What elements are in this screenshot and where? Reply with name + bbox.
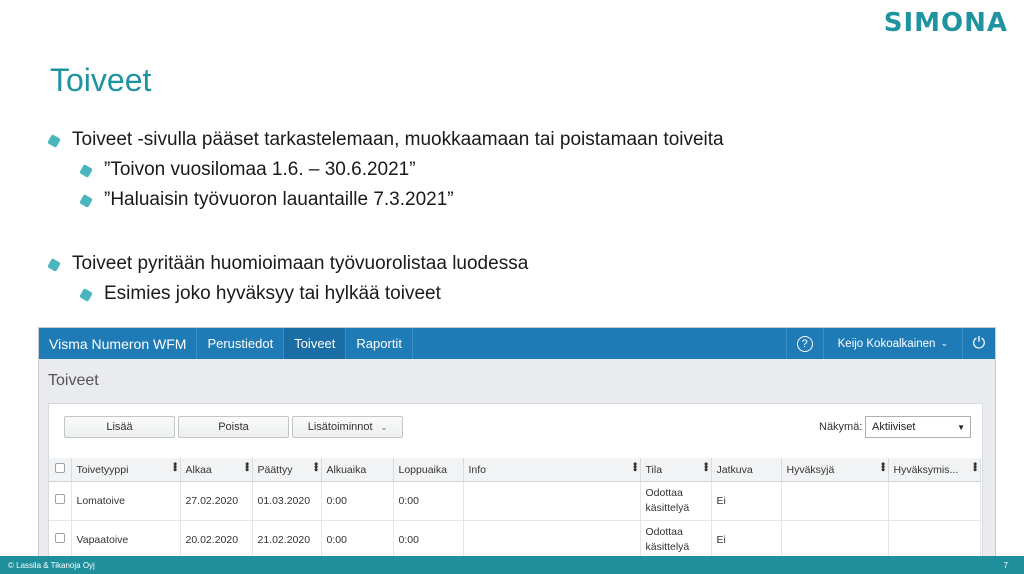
wishes-table: Toivetyyppi ••• Alkaa ••• Päättyy ••• Alkua… xyxy=(49,458,981,556)
add-button[interactable]: Lisää xyxy=(64,416,175,438)
column-menu-icon[interactable]: ••• xyxy=(969,462,980,471)
app-brand[interactable]: Visma Numeron WFM xyxy=(39,328,198,359)
cell-start-date: 20.02.2020 xyxy=(180,520,253,556)
select-all-checkbox[interactable] xyxy=(54,463,65,473)
help-icon: ? xyxy=(796,335,813,352)
cell-end-date: 01.03.2020 xyxy=(252,481,322,521)
column-header[interactable]: Tila ••• xyxy=(640,458,712,482)
dropdown-arrow-icon: ▼ xyxy=(957,422,965,432)
nav-toiveet[interactable]: Toiveet xyxy=(284,328,347,359)
cell-status: Odottaa käsittelyä xyxy=(640,481,712,521)
cell-start-date: 27.02.2020 xyxy=(180,481,253,521)
user-name: Keijo Kokoalkainen xyxy=(837,337,936,350)
cell-approval-date xyxy=(888,481,981,521)
cell-status: Odottaa käsittelyä xyxy=(640,520,712,556)
cell-continuous: Ei xyxy=(711,520,782,556)
table-header-row: Toivetyyppi ••• Alkaa ••• Päättyy ••• Alkua… xyxy=(49,458,981,482)
nav-perustiedot[interactable]: Perustiedot xyxy=(197,328,285,359)
column-menu-icon[interactable]: ••• xyxy=(169,462,180,471)
column-menu-icon[interactable]: ••• xyxy=(877,462,888,471)
page-title: Toiveet xyxy=(48,372,99,389)
cell-continuous: Ei xyxy=(711,481,782,521)
bullet-item: Esimies joko hyväksyy tai hylkää toiveet xyxy=(48,279,968,309)
logout-button[interactable]: ⏻ xyxy=(962,328,995,359)
cell-start-time: 0:00 xyxy=(321,481,394,521)
column-header[interactable]: Info ••• xyxy=(463,458,641,482)
cell-info xyxy=(463,481,641,521)
bullet-hexagon-icon xyxy=(79,194,93,208)
chevron-down-icon: ⌄ xyxy=(940,338,948,348)
view-select[interactable]: Aktiiviset ▼ xyxy=(865,416,971,438)
simona-logo: SIMONA xyxy=(883,8,1008,38)
toolbar: Lisää Poista Lisätoiminnot ⌄ Näkymä: Akti… xyxy=(49,404,982,444)
cell-approver xyxy=(781,520,889,556)
row-select-cell xyxy=(49,520,72,556)
nav-raportit[interactable]: Raportit xyxy=(346,328,413,359)
bullet-hexagon-icon xyxy=(79,288,93,302)
column-menu-icon[interactable]: ••• xyxy=(629,462,640,471)
chevron-down-icon: ⌄ xyxy=(380,422,388,432)
more-actions-button[interactable]: Lisätoiminnot ⌄ xyxy=(292,416,403,438)
column-header[interactable]: Loppuaika xyxy=(393,458,464,482)
cell-type: Lomatoive xyxy=(71,481,181,521)
row-checkbox[interactable] xyxy=(54,493,65,504)
cell-end-time: 0:00 xyxy=(393,481,464,521)
table-row[interactable]: Lomatoive 27.02.2020 01.03.2020 0:00 0:0… xyxy=(49,481,981,521)
delete-button[interactable]: Poista xyxy=(178,416,289,438)
bullet-item: Toiveet -sivulla pääset tarkastelemaan, … xyxy=(47,125,968,155)
column-header[interactable]: Alkaa ••• xyxy=(180,458,253,482)
view-value: Aktiiviset xyxy=(872,421,916,433)
bullet-item: Toiveet pyritään huomioimaan työvuorolis… xyxy=(47,249,968,279)
column-header[interactable]: Hyväksymis... ••• xyxy=(888,458,981,482)
column-header[interactable]: Toivetyyppi ••• xyxy=(71,458,181,482)
column-menu-icon[interactable]: ••• xyxy=(310,462,321,471)
wishes-panel: Lisää Poista Lisätoiminnot ⌄ Näkymä: Akti… xyxy=(48,403,983,556)
footer-copyright: © Lassila & Tikanoja Oyj xyxy=(8,561,95,570)
row-checkbox[interactable] xyxy=(54,532,65,543)
cell-end-date: 21.02.2020 xyxy=(252,520,322,556)
bullet-list: Toiveet -sivulla pääset tarkastelemaan, … xyxy=(47,125,968,309)
select-all-cell xyxy=(49,458,72,482)
bullet-hexagon-icon xyxy=(47,134,61,148)
user-menu[interactable]: Keijo Kokoalkainen ⌄ xyxy=(822,328,962,359)
cell-approval-date xyxy=(888,520,981,556)
table-row[interactable]: Vapaatoive 20.02.2020 21.02.2020 0:00 0:… xyxy=(49,520,981,556)
page-number: 7 xyxy=(1003,561,1008,570)
row-select-cell xyxy=(49,481,72,521)
column-header[interactable]: Hyväksyjä ••• xyxy=(781,458,889,482)
cell-approver xyxy=(781,481,889,521)
more-actions-label: Lisätoiminnot xyxy=(307,421,373,433)
slide-footer: © Lassila & Tikanoja Oyj 7 xyxy=(0,556,1024,574)
column-header[interactable]: Jatkuva xyxy=(711,458,782,482)
app-screenshot: Visma Numeron WFM Perustiedot Toiveet Ra… xyxy=(38,327,996,557)
cell-end-time: 0:00 xyxy=(393,520,464,556)
column-menu-icon[interactable]: ••• xyxy=(700,462,711,471)
bullet-item: ”Toivon vuosilomaa 1.6. – 30.6.2021” xyxy=(48,155,968,185)
power-icon: ⏻ xyxy=(972,334,986,352)
top-nav: Visma Numeron WFM Perustiedot Toiveet Ra… xyxy=(39,328,995,359)
column-menu-icon[interactable]: ••• xyxy=(241,462,252,471)
bullet-hexagon-icon xyxy=(79,164,93,178)
cell-info xyxy=(463,520,641,556)
slide-title: Toiveet xyxy=(50,62,152,98)
help-button[interactable]: ? xyxy=(785,328,823,359)
cell-type: Vapaatoive xyxy=(71,520,181,556)
column-header[interactable]: Päättyy ••• xyxy=(252,458,322,482)
bullet-hexagon-icon xyxy=(47,258,61,272)
column-header[interactable]: Alkuaika xyxy=(321,458,394,482)
cell-start-time: 0:00 xyxy=(321,520,394,556)
bullet-item: ”Haluaisin työvuoron lauantaille 7.3.202… xyxy=(48,185,968,215)
view-label: Näkymä: xyxy=(819,421,863,433)
